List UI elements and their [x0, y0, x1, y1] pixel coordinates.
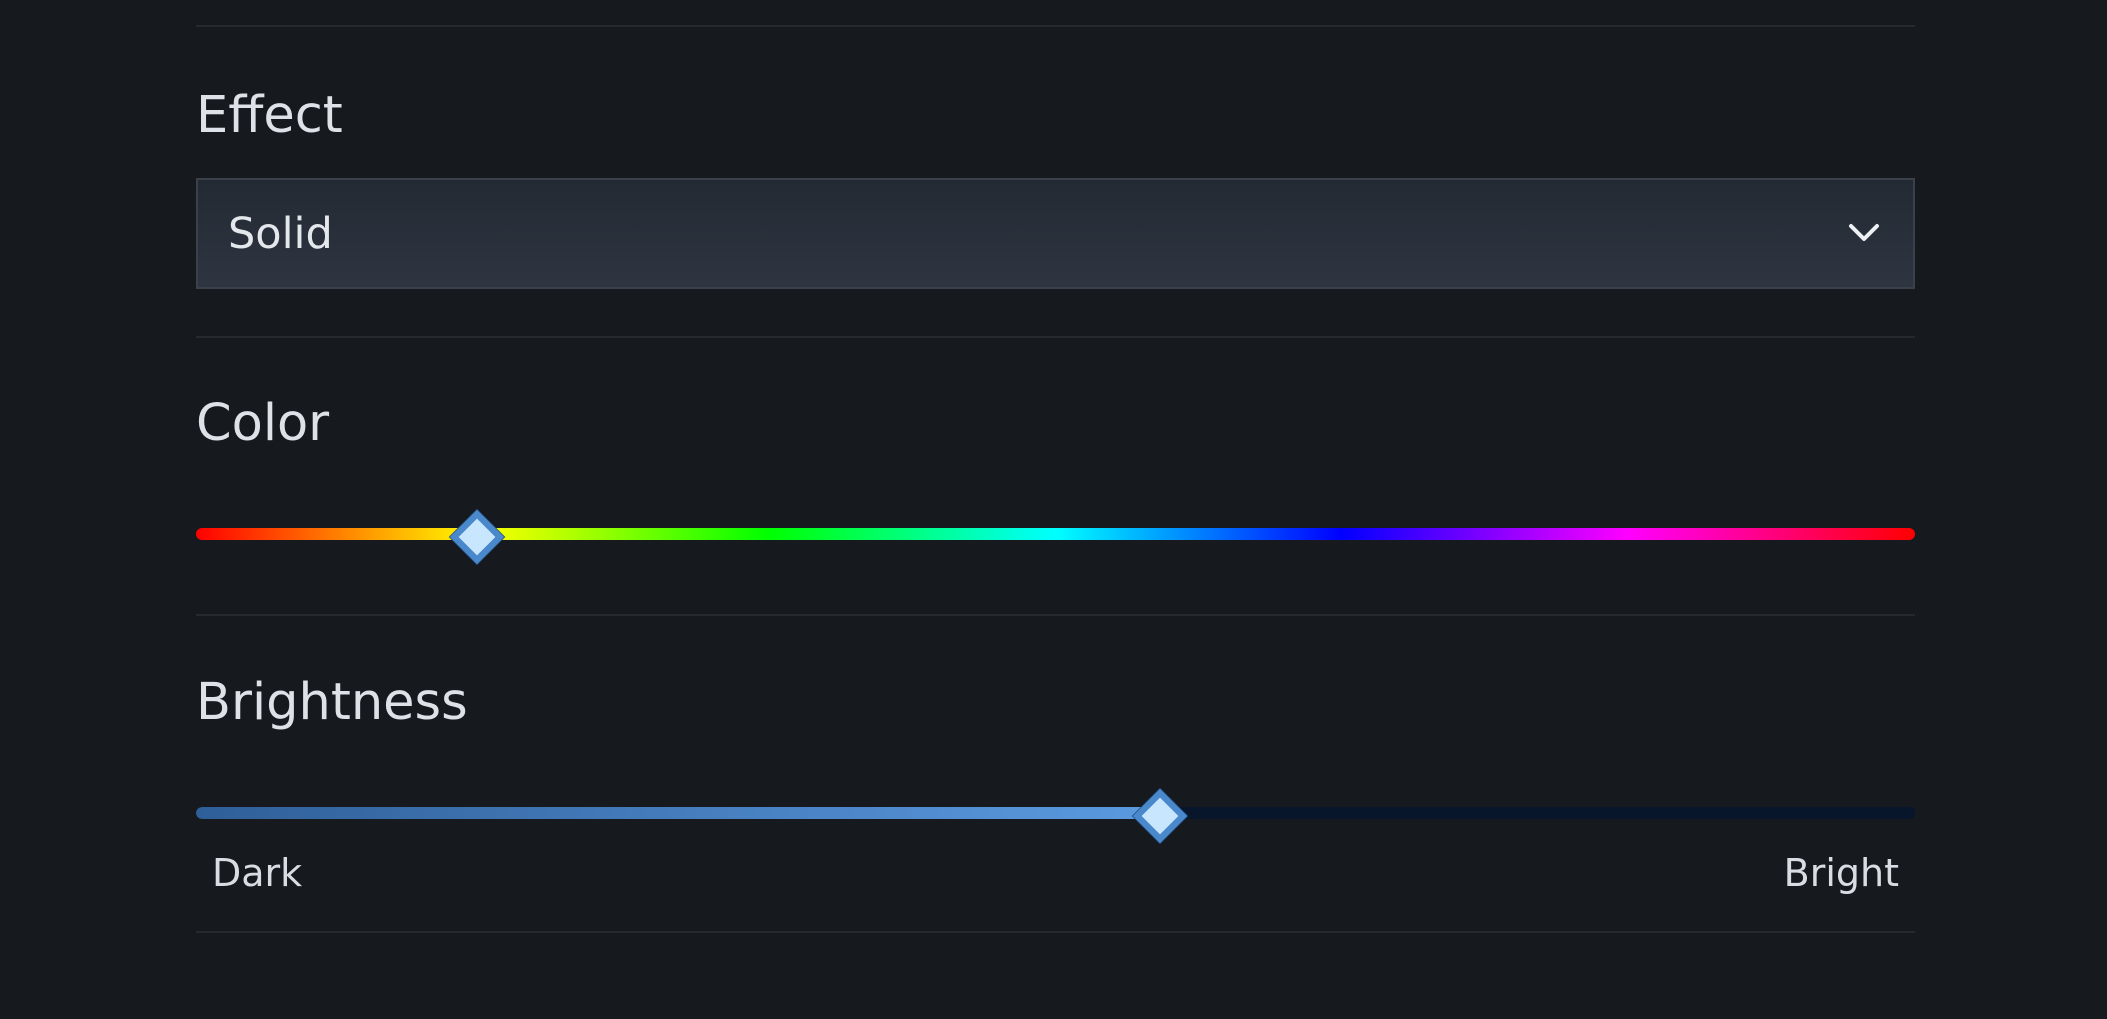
brightness-max-label: Bright	[1783, 851, 1899, 895]
effect-selected-value: Solid	[228, 209, 333, 259]
brightness-min-label: Dark	[212, 851, 303, 895]
bottom-divider	[196, 931, 1915, 933]
effect-dropdown[interactable]: Solid	[196, 178, 1915, 289]
top-divider	[196, 25, 1915, 27]
effect-label: Effect	[196, 86, 343, 145]
color-label: Color	[196, 394, 330, 453]
brightness-slider[interactable]	[196, 807, 1915, 819]
brightness-label: Brightness	[196, 673, 468, 732]
brightness-slider-fill	[196, 807, 1157, 819]
effect-divider	[196, 336, 1915, 338]
brightness-slider-thumb[interactable]	[1133, 789, 1187, 843]
color-divider	[196, 614, 1915, 616]
settings-panel: Effect Solid Color Brightness Dark Brigh…	[196, 0, 1915, 1019]
chevron-down-icon	[1849, 224, 1879, 241]
color-slider-thumb[interactable]	[450, 510, 505, 564]
color-hue-slider[interactable]	[196, 510, 1915, 564]
